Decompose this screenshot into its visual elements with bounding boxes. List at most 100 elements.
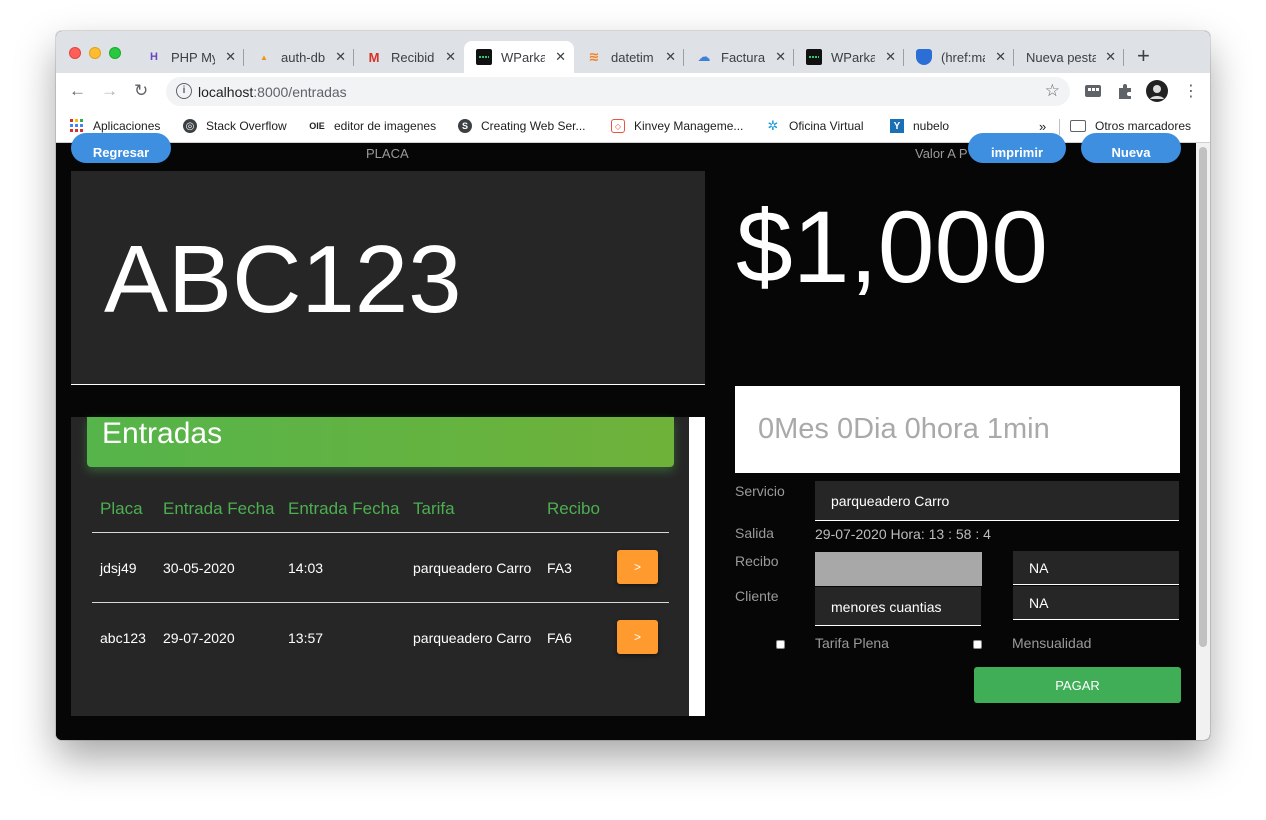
tarifa-plena-checkbox[interactable] (776, 640, 785, 649)
close-tab-icon[interactable]: ✕ (445, 49, 456, 65)
browser-tab[interactable]: ▲ auth-db ✕ (244, 41, 354, 73)
bookmark-oficina-virtual[interactable]: ✲ Oficina Virtual (766, 116, 864, 136)
new-tab-plus-icon[interactable]: + (1137, 43, 1150, 69)
column-header: Entrada Fecha (288, 499, 400, 518)
close-tab-icon[interactable]: ✕ (995, 49, 1006, 65)
mensualidad-checkbox[interactable] (973, 640, 982, 649)
close-window-button[interactable] (69, 47, 81, 59)
browser-tab[interactable]: Nueva pesta ✕ (1014, 41, 1124, 73)
phpmyadmin-icon: H (150, 51, 158, 63)
pma-icon: ▲ (260, 52, 268, 62)
url-text[interactable]: localhost:8000/entradas (198, 84, 347, 100)
browser-tab[interactable]: ☁ Factura ✕ (684, 41, 794, 73)
select-row-button[interactable]: > (617, 550, 658, 584)
close-tab-icon[interactable]: ✕ (885, 49, 896, 65)
wparking-icon (476, 49, 492, 65)
cell-fecha: 30-05-2020 (163, 560, 235, 576)
reload-icon[interactable]: ↻ (134, 81, 148, 101)
cell-recibo: FA3 (547, 560, 572, 576)
bookmark-image-editor[interactable]: OIE editor de imagenes (309, 116, 436, 136)
entradas-title: Entradas (102, 417, 223, 450)
close-tab-icon[interactable]: ✕ (225, 49, 236, 65)
browser-tab-active[interactable]: WParka ✕ (464, 41, 574, 73)
column-header: Tarifa (413, 499, 455, 518)
back-arrow-icon[interactable]: ← (69, 81, 86, 101)
tarifa-plena-label: Tarifa Plena (815, 635, 889, 651)
print-button[interactable]: imprimir (968, 133, 1066, 163)
recibo-input[interactable] (815, 552, 982, 586)
column-header: Placa (100, 499, 143, 518)
duration-text: 0Mes 0Dia 0hora 1min (758, 413, 1050, 445)
apps-grid-icon (70, 119, 84, 133)
recibo-na-field[interactable]: NA (1013, 551, 1179, 585)
browser-tab[interactable]: H PHP My ✕ (134, 41, 244, 73)
cell-tarifa: parqueadero Carro (413, 630, 532, 646)
maximize-window-button[interactable] (109, 47, 121, 59)
close-tab-icon[interactable]: ✕ (665, 49, 676, 65)
cell-hora: 14:03 (288, 560, 324, 576)
star-logo-icon: ✲ (767, 118, 779, 133)
recibo-label: Recibo (735, 553, 779, 569)
shield-icon (916, 49, 932, 65)
row-divider (92, 602, 669, 603)
close-tab-icon[interactable]: ✕ (775, 49, 786, 65)
bookmark-stackoverflow[interactable]: ◎ Stack Overflow (183, 116, 287, 136)
info-icon[interactable]: i (176, 83, 192, 99)
bookmark-kinvey[interactable]: ◇ Kinvey Manageme... (611, 116, 743, 136)
valor-label: Valor A P (915, 146, 968, 161)
cell-tarifa: parqueadero Carro (413, 560, 532, 576)
cloud-icon: ☁ (697, 49, 711, 64)
extensions-puzzle-icon[interactable] (1116, 82, 1134, 100)
kinvey-icon: ◇ (611, 119, 625, 133)
page-content: Regresar PLACA Valor A P imprimir Nueva … (56, 133, 1210, 740)
cell-placa: abc123 (100, 630, 146, 646)
duration-display: 0Mes 0Dia 0hora 1min (735, 386, 1180, 473)
servicio-label: Servicio (735, 483, 785, 499)
cliente-na-field[interactable]: NA (1013, 586, 1179, 620)
nubelo-icon: Y (890, 119, 904, 133)
oie-icon: OIE (309, 121, 325, 131)
row-divider (92, 532, 669, 533)
browser-tab[interactable]: M Recibid ✕ (354, 41, 464, 73)
cell-hora: 13:57 (288, 630, 324, 646)
bookmark-star-icon[interactable]: ☆ (1045, 81, 1060, 101)
s-logo-icon: S (458, 119, 472, 133)
browser-window: H PHP My ✕ ▲ auth-db ✕ M Recibid ✕ WPark… (56, 31, 1210, 740)
folder-icon (1070, 120, 1086, 132)
servicio-select[interactable]: parqueadero Carro (815, 481, 1179, 521)
profile-avatar-icon[interactable] (1146, 80, 1168, 102)
browser-tab[interactable]: ≋ datetim ✕ (574, 41, 684, 73)
extension-grid-icon[interactable] (1084, 82, 1102, 100)
scrollbar-thumb[interactable] (1199, 147, 1207, 647)
forward-arrow-icon[interactable]: → (101, 81, 118, 101)
close-tab-icon[interactable]: ✕ (1105, 49, 1116, 65)
mensualidad-label: Mensualidad (1012, 635, 1092, 651)
bookmark-creating-web[interactable]: S Creating Web Ser... (458, 116, 586, 136)
address-bar[interactable]: i localhost:8000/entradas ☆ (166, 77, 1070, 106)
cell-fecha: 29-07-2020 (163, 630, 235, 646)
column-header: Recibo (547, 499, 600, 518)
bookmark-nubelo[interactable]: Y nubelo (890, 116, 949, 136)
browser-tab[interactable]: (href:ma ✕ (904, 41, 1014, 73)
new-button[interactable]: Nueva (1081, 133, 1181, 163)
menu-kebab-icon[interactable]: ⋮ (1183, 81, 1199, 101)
cell-recibo: FA6 (547, 630, 572, 646)
select-row-button[interactable]: > (617, 620, 658, 654)
globe-icon: ◎ (183, 119, 197, 133)
column-header: Entrada Fecha (163, 499, 275, 518)
salida-value: 29-07-2020 Hora: 13 : 58 : 4 (815, 526, 991, 542)
page-scrollbar[interactable] (1196, 143, 1210, 740)
pay-button[interactable]: PAGAR (974, 667, 1181, 703)
cliente-select[interactable]: menores cuantias (815, 587, 981, 626)
tab-strip: H PHP My ✕ ▲ auth-db ✕ M Recibid ✕ WPark… (56, 31, 1210, 73)
close-tab-icon[interactable]: ✕ (335, 49, 346, 65)
entradas-card: Entradas Placa Entrada Fecha Entrada Fec… (71, 417, 705, 716)
close-tab-icon[interactable]: ✕ (555, 49, 566, 65)
cell-placa: jdsj49 (100, 560, 137, 576)
plate-number: ABC123 (104, 226, 462, 333)
salida-label: Salida (735, 525, 774, 541)
minimize-window-button[interactable] (89, 47, 101, 59)
wparking-icon (806, 49, 822, 65)
back-button[interactable]: Regresar (71, 133, 171, 163)
browser-tab[interactable]: WParka ✕ (794, 41, 904, 73)
